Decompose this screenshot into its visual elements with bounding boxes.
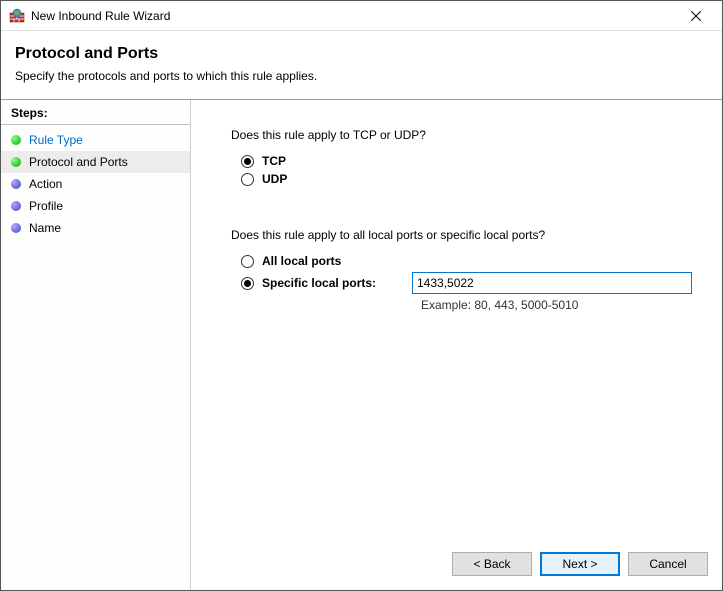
radio-all-ports[interactable] [241, 255, 254, 268]
question-protocol: Does this rule apply to TCP or UDP? [231, 128, 692, 142]
radio-udp[interactable] [241, 173, 254, 186]
step-label: Action [29, 177, 62, 191]
step-bullet-icon [11, 135, 21, 145]
step-action[interactable]: Action [1, 173, 190, 195]
back-button[interactable]: < Back [452, 552, 532, 576]
step-profile[interactable]: Profile [1, 195, 190, 217]
step-protocol-ports[interactable]: Protocol and Ports [1, 151, 190, 173]
radio-row-all-ports[interactable]: All local ports [241, 254, 692, 268]
body: Steps: Rule Type Protocol and Ports Acti… [1, 100, 722, 590]
button-bar: < Back Next > Cancel [452, 552, 708, 576]
radio-label-tcp: TCP [262, 154, 286, 168]
titlebar: New Inbound Rule Wizard [1, 1, 722, 31]
firewall-icon [9, 8, 25, 24]
close-icon [691, 11, 701, 21]
step-bullet-icon [11, 201, 21, 211]
page-subtitle: Specify the protocols and ports to which… [15, 69, 708, 83]
protocol-radio-group: TCP UDP [241, 154, 692, 186]
radio-row-tcp[interactable]: TCP [241, 154, 692, 168]
radio-row-udp[interactable]: UDP [241, 172, 692, 186]
step-label: Name [29, 221, 61, 235]
step-bullet-icon [11, 179, 21, 189]
step-label: Rule Type [29, 133, 83, 147]
step-label: Protocol and Ports [29, 155, 128, 169]
radio-row-specific-ports: Specific local ports: [241, 272, 692, 294]
page-title: Protocol and Ports [15, 45, 708, 63]
radio-label-udp: UDP [262, 172, 287, 186]
sidebar: Steps: Rule Type Protocol and Ports Acti… [1, 100, 191, 590]
steps-header: Steps: [1, 100, 190, 125]
step-rule-type[interactable]: Rule Type [1, 129, 190, 151]
step-bullet-icon [11, 157, 21, 167]
ports-example: Example: 80, 443, 5000-5010 [421, 298, 692, 312]
radio-label-all-ports: All local ports [262, 254, 341, 268]
step-bullet-icon [11, 223, 21, 233]
main-panel: Does this rule apply to TCP or UDP? TCP … [191, 100, 722, 590]
cancel-button[interactable]: Cancel [628, 552, 708, 576]
close-button[interactable] [676, 2, 716, 30]
ports-radio-group: All local ports Specific local ports: Ex… [241, 254, 692, 312]
radio-tcp[interactable] [241, 155, 254, 168]
window-title: New Inbound Rule Wizard [31, 9, 676, 23]
radio-specific-ports[interactable] [241, 277, 254, 290]
next-button[interactable]: Next > [540, 552, 620, 576]
step-name[interactable]: Name [1, 217, 190, 239]
wizard-window: New Inbound Rule Wizard Protocol and Por… [0, 0, 723, 591]
radio-label-specific-ports: Specific local ports: [262, 276, 412, 290]
header: Protocol and Ports Specify the protocols… [1, 31, 722, 93]
step-label: Profile [29, 199, 63, 213]
question-ports: Does this rule apply to all local ports … [231, 228, 692, 242]
specific-ports-input[interactable] [412, 272, 692, 294]
steps-list: Rule Type Protocol and Ports Action Prof… [1, 125, 190, 243]
